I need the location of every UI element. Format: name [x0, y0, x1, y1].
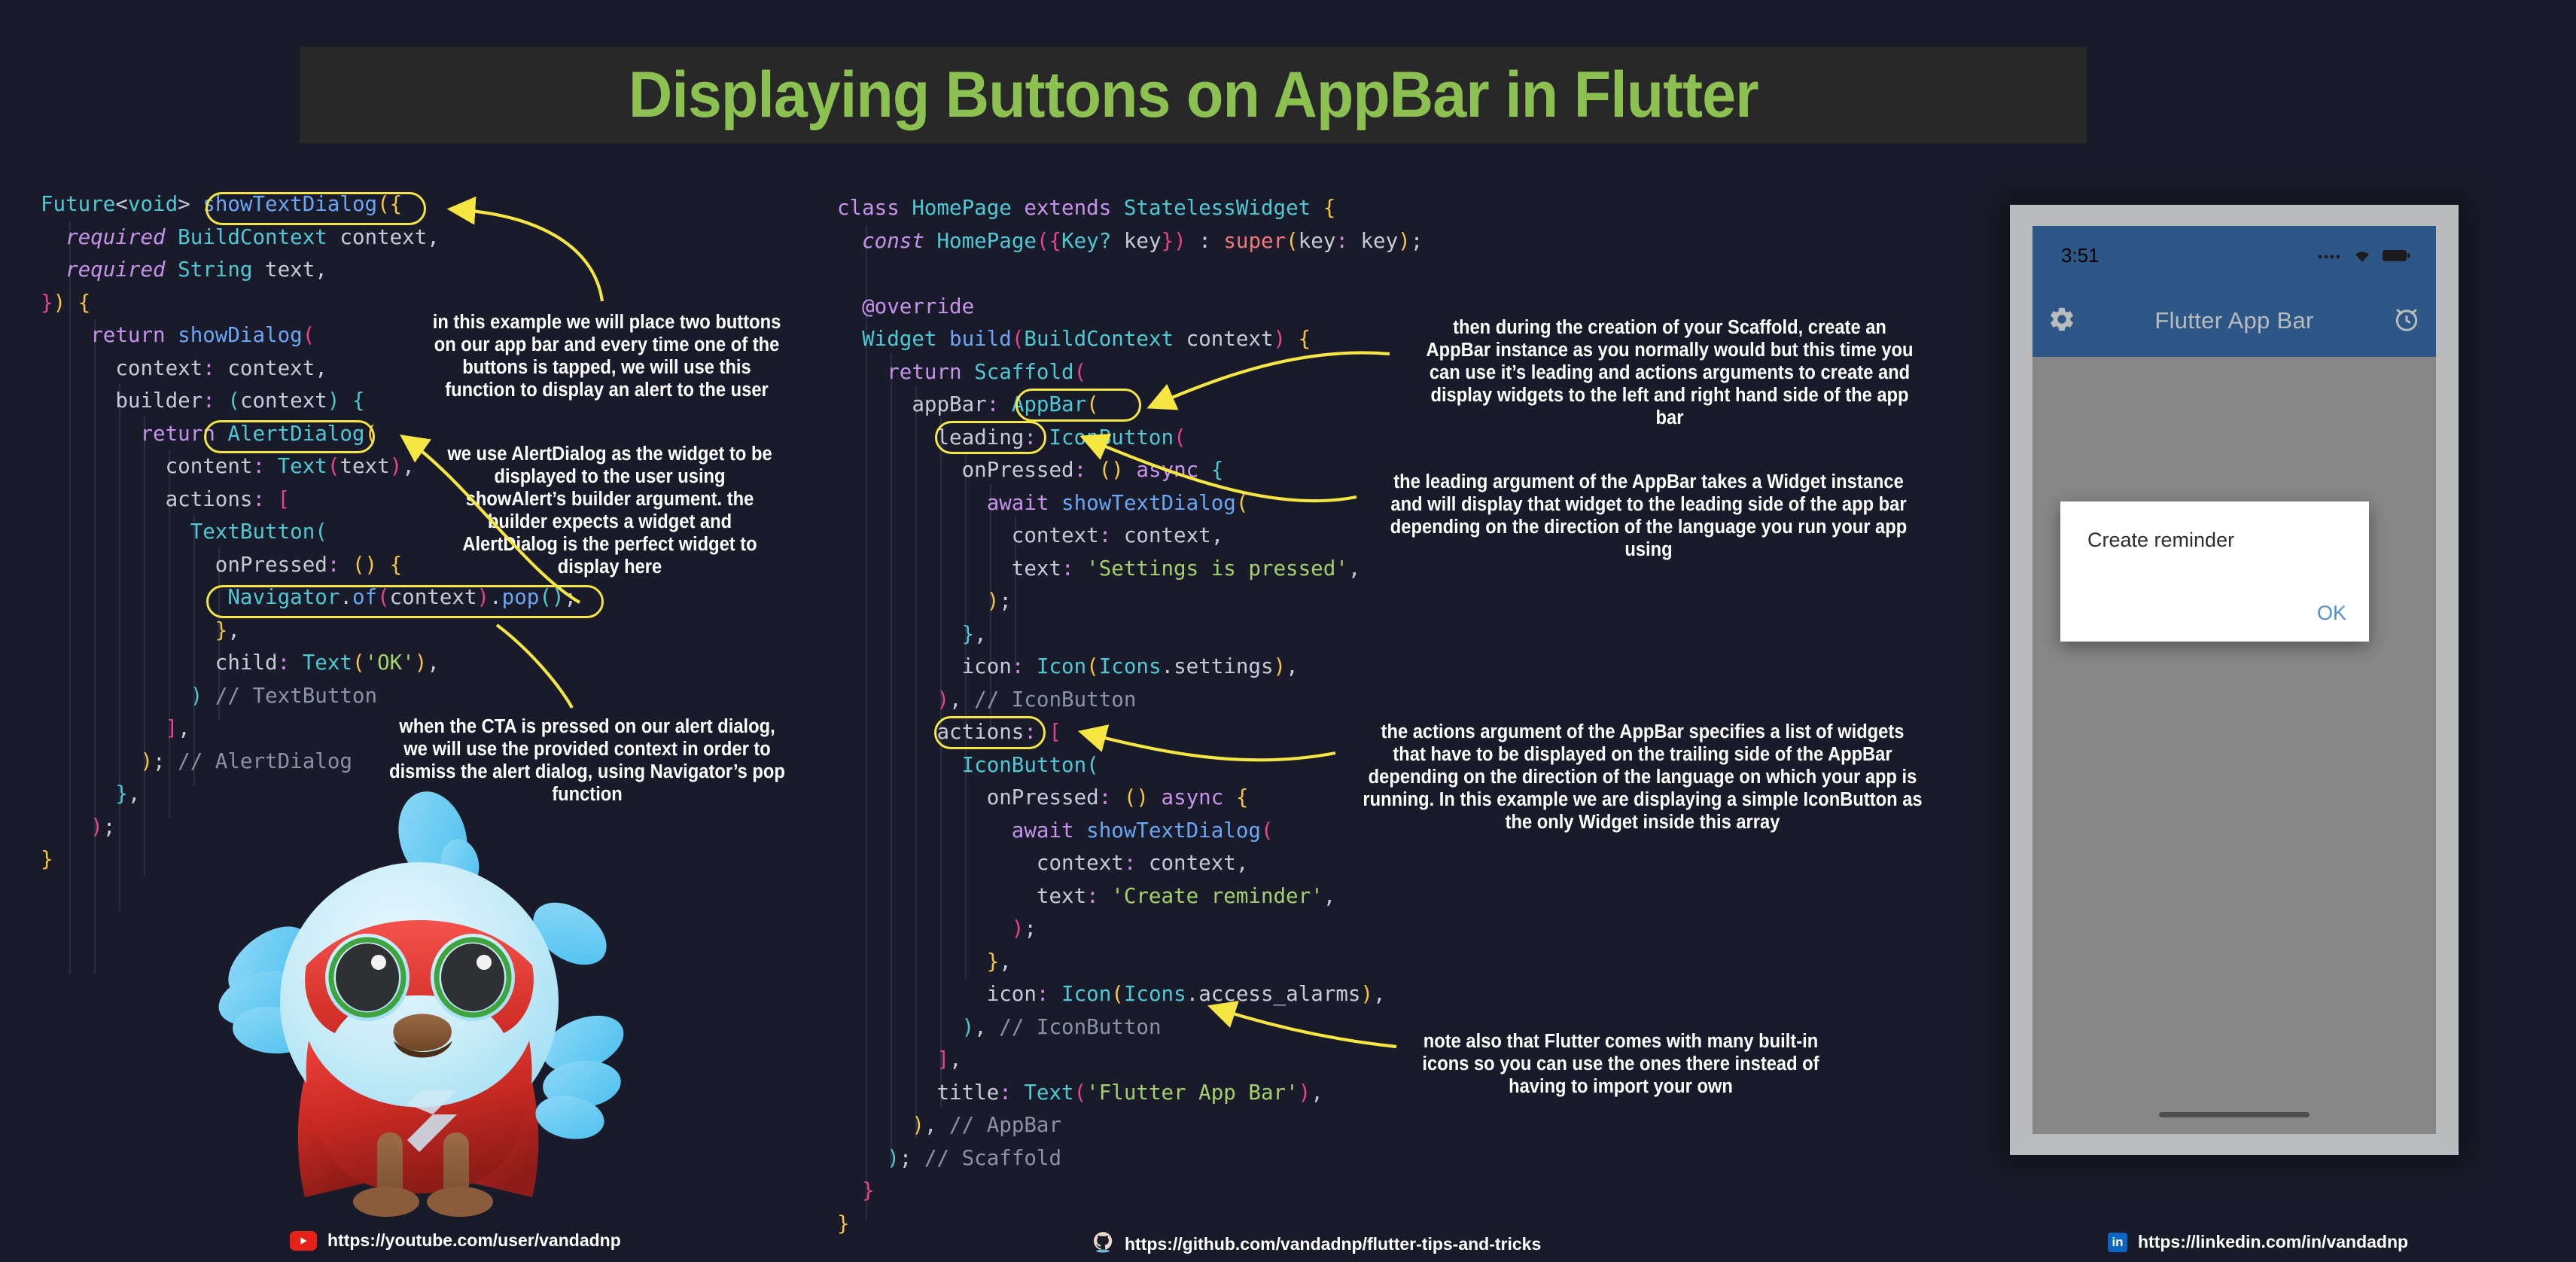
- footer-github-url: https://github.com/vandadnp/flutter-tips…: [1125, 1233, 1542, 1254]
- phone-content-area: Create reminder OK: [2032, 357, 2436, 1134]
- phone-mockup: 3:51 Flutter App Bar Create reminder OK: [2010, 205, 2459, 1155]
- dialog-ok-button[interactable]: OK: [2317, 602, 2346, 625]
- phone-screen: 3:51 Flutter App Bar Create reminder OK: [2032, 226, 2436, 1134]
- slide-canvas: Displaying Buttons on AppBar in Flutter …: [0, 0, 2576, 1262]
- dialog-message: Create reminder: [2087, 529, 2235, 551]
- code-block-middle: class HomePage extends StatelessWidget {…: [837, 196, 1423, 1236]
- linkedin-icon: in: [2108, 1232, 2127, 1252]
- signal-dots-icon: [2318, 255, 2340, 259]
- status-time: 3:51: [2061, 243, 2099, 267]
- alert-dialog: Create reminder OK: [2060, 501, 2369, 642]
- flutter-dash-superhero-mascot: [218, 791, 624, 1217]
- footer-link-youtube[interactable]: https://youtube.com/user/vandadnp: [290, 1230, 621, 1251]
- status-bar: 3:51: [2032, 226, 2436, 285]
- home-indicator: [2159, 1112, 2310, 1117]
- page-title: Displaying Buttons on AppBar in Flutter: [628, 58, 1759, 131]
- youtube-icon: [290, 1230, 317, 1251]
- github-icon: [1092, 1230, 1114, 1257]
- note-alert-dialog: we use AlertDialog as the widget to be d…: [447, 444, 772, 578]
- title-banner: Displaying Buttons on AppBar in Flutter: [300, 47, 2087, 143]
- wifi-icon: [2355, 251, 2369, 262]
- app-bar-title: Flutter App Bar: [2154, 307, 2314, 334]
- note-actions: the actions argument of the AppBar speci…: [1363, 721, 1923, 833]
- note-appbar: then during the creation of your Scaffol…: [1426, 317, 1914, 428]
- note-icons: note also that Flutter comes with many b…: [1422, 1031, 1819, 1097]
- note-leading: the leading argument of the AppBar takes…: [1390, 471, 1908, 560]
- battery-icon: [2383, 250, 2410, 261]
- alarm-clock-icon[interactable]: [2392, 305, 2421, 337]
- footer-linkedin-url: https://linkedin.com/in/vandadnp: [2138, 1232, 2409, 1251]
- note-show-text-dialog: in this example we will place two button…: [432, 312, 781, 401]
- footer-youtube-url: https://youtube.com/user/vandadnp: [327, 1230, 621, 1250]
- footer-link-linkedin[interactable]: in https://linkedin.com/in/vandadnp: [2108, 1232, 2408, 1252]
- gear-icon[interactable]: [2048, 305, 2076, 337]
- app-bar: Flutter App Bar: [2032, 285, 2436, 357]
- footer-link-github[interactable]: https://github.com/vandadnp/flutter-tips…: [1092, 1230, 1541, 1257]
